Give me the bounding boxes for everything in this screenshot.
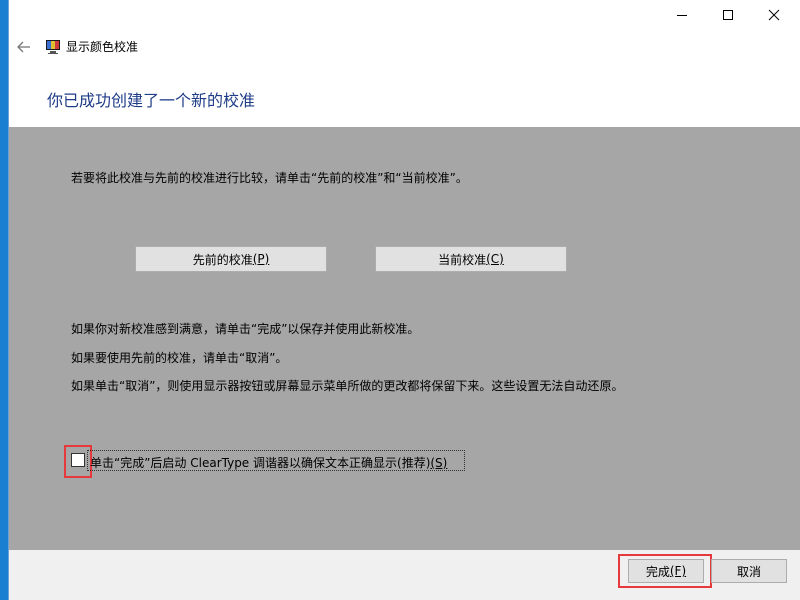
previous-calibration-button[interactable]: 先前的校准 (P): [135, 246, 327, 272]
minimize-button[interactable]: [659, 0, 705, 30]
calibration-window: 显示颜色校准 你已成功创建了一个新的校准 若要将此校准与先前的校准进行比较，请单…: [8, 0, 800, 600]
cleartype-checkbox-text: 单击“完成”后启动 ClearType 调谐器以确保文本正确显示(推荐): [90, 456, 431, 470]
instruction-line-1: 如果你对新校准感到满意，请单击“完成”以保存并使用此新校准。: [71, 322, 420, 336]
monitor-icon: [45, 39, 61, 55]
back-button[interactable]: [13, 36, 35, 58]
cancel-label: 取消: [736, 564, 761, 579]
back-arrow-icon: [17, 41, 30, 53]
maximize-button[interactable]: [705, 0, 751, 30]
cleartype-checkbox[interactable]: [71, 453, 85, 467]
compare-instruction: 若要将此校准与先前的校准进行比较，请单击“先前的校准”和“当前校准”。: [71, 171, 468, 185]
title-bar: [9, 0, 800, 32]
footer-bar: 完成 (F) 取消: [9, 550, 800, 600]
minimize-icon: [677, 15, 687, 16]
maximize-icon: [723, 10, 733, 20]
content-panel: 若要将此校准与先前的校准进行比较，请单击“先前的校准”和“当前校准”。 先前的校…: [9, 127, 800, 550]
cancel-button[interactable]: 取消: [711, 559, 787, 583]
page-title: 你已成功创建了一个新的校准: [47, 91, 256, 110]
app-title: 显示颜色校准: [66, 40, 139, 54]
cleartype-checkbox-label[interactable]: 单击“完成”后启动 ClearType 调谐器以确保文本正确显示(推荐)(S): [90, 454, 447, 471]
close-icon: [768, 9, 780, 21]
finish-label: 完成: [645, 564, 670, 579]
close-button[interactable]: [751, 0, 797, 30]
current-calibration-label: 当前校准: [438, 252, 487, 267]
current-calibration-key: (C): [486, 252, 504, 266]
navigation-bar: 显示颜色校准: [9, 32, 800, 62]
cleartype-checkbox-key: (S): [430, 456, 448, 470]
finish-key: (F): [669, 564, 687, 578]
instruction-line-3: 如果单击“取消”，则使用显示器按钮或屏幕显示菜单所做的更改都将保留下来。这些设置…: [71, 379, 624, 393]
previous-calibration-label: 先前的校准: [192, 252, 253, 267]
current-calibration-button[interactable]: 当前校准 (C): [375, 246, 567, 272]
previous-calibration-key: (P): [252, 252, 270, 266]
instruction-line-2: 如果要使用先前的校准，请单击“取消”。: [71, 351, 288, 365]
finish-button[interactable]: 完成 (F): [628, 559, 704, 583]
